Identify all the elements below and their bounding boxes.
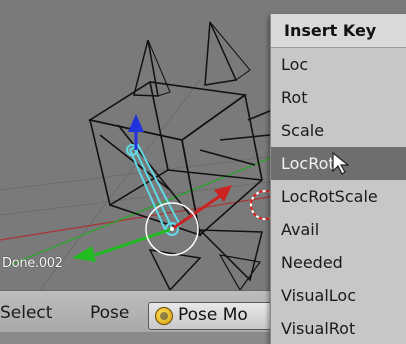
- menu-item-visualloc[interactable]: VisualLoc: [271, 279, 406, 312]
- menu-item-locrotscale[interactable]: LocRotScale: [271, 180, 406, 213]
- menu-title: Insert Key: [271, 14, 406, 48]
- mode-selector-label: Pose Mo: [178, 305, 248, 325]
- bone-cone-tip: [209, 21, 251, 81]
- bone-cone-bottom: [148, 249, 202, 290]
- pose-menu[interactable]: Pose: [90, 301, 129, 325]
- bone-cone-bottom: [218, 254, 262, 290]
- menu-item-rot[interactable]: Rot: [271, 81, 406, 114]
- menu-item-scale[interactable]: Scale: [271, 114, 406, 147]
- bone-cone-tip: [204, 21, 238, 86]
- z-axis-arrow: [128, 114, 144, 132]
- menu-item-visualrot[interactable]: VisualRot: [271, 312, 406, 344]
- bone-cone-tip: [133, 39, 159, 97]
- menu-item-locrot[interactable]: LocRot: [271, 147, 406, 180]
- y-axis-arrow: [72, 246, 96, 262]
- menu-item-loc[interactable]: Loc: [271, 48, 406, 81]
- menu-item-locrot-label: LocRot: [281, 154, 335, 173]
- object-name-label: Done.002: [2, 256, 63, 271]
- pose-mode-icon: [155, 307, 173, 325]
- mode-selector[interactable]: Pose Mo: [148, 302, 273, 330]
- mouse-pointer-icon: [332, 151, 349, 175]
- insert-key-menu: Insert Key Loc Rot Scale LocRot LocRotSc…: [270, 14, 406, 344]
- manipulator-center: [170, 227, 174, 231]
- select-menu[interactable]: Select: [0, 301, 52, 325]
- menu-item-needed[interactable]: Needed: [271, 246, 406, 279]
- menu-item-avail[interactable]: Avail: [271, 213, 406, 246]
- grid-line: [39, 79, 201, 290]
